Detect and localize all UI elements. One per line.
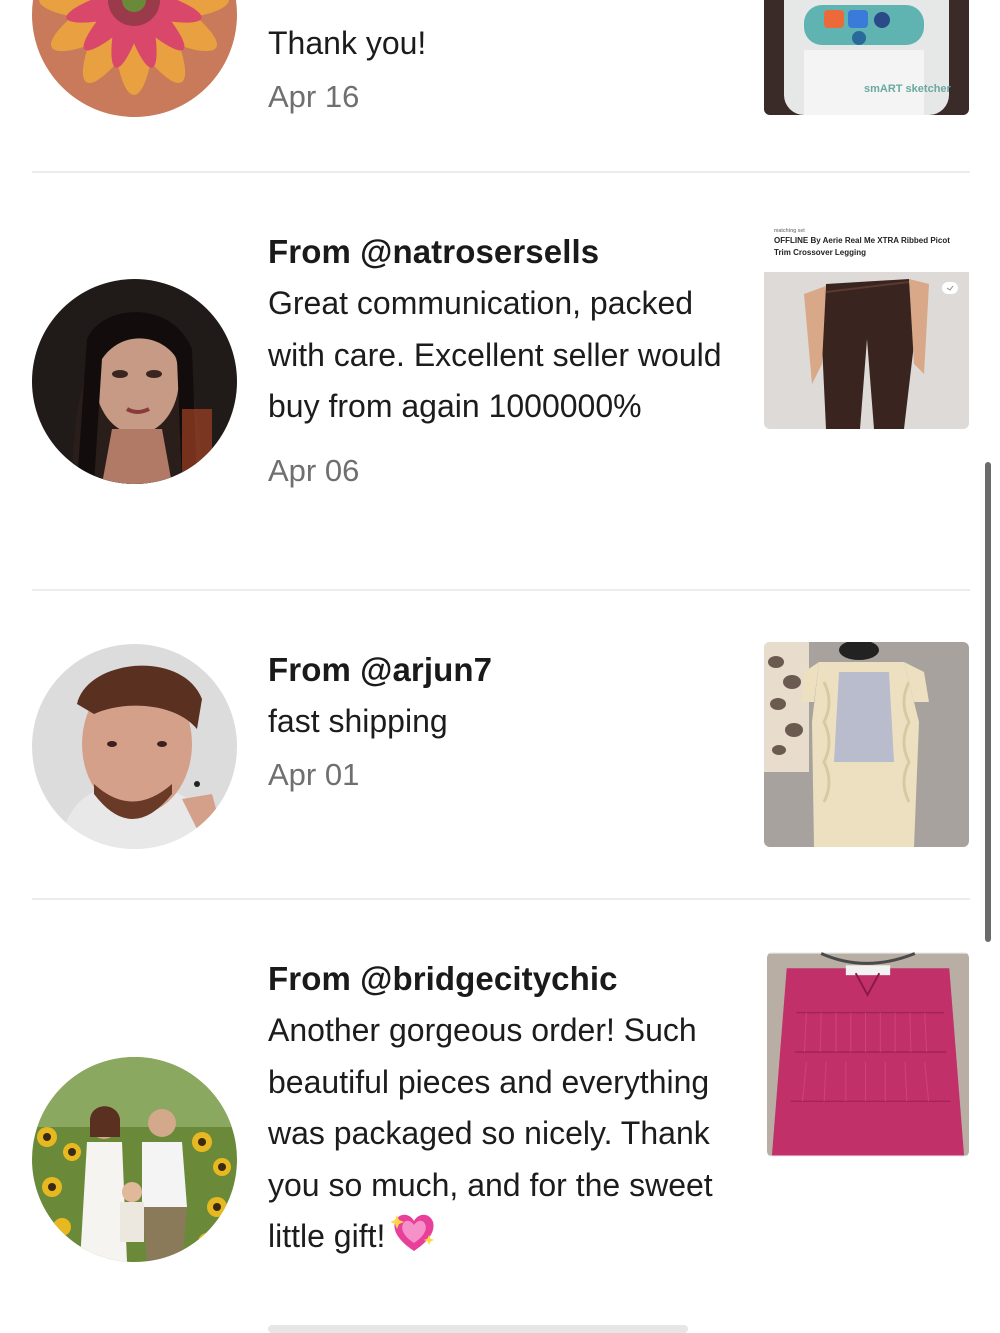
- reviewer-username[interactable]: From @arjun7: [268, 644, 738, 696]
- review-body: Great communication, packed with care. E…: [268, 285, 722, 424]
- review-body: Thank you!: [268, 25, 427, 61]
- reviewer-avatar[interactable]: [32, 644, 237, 849]
- reviewer-avatar[interactable]: [32, 1057, 237, 1262]
- reviewer-avatar[interactable]: [32, 0, 237, 117]
- reviewer-username[interactable]: From @bridgecitychic: [268, 953, 738, 1005]
- review-date: Apr 16: [268, 78, 360, 114]
- scrollbar[interactable]: [985, 462, 991, 942]
- listing-thumbnail[interactable]: [767, 952, 969, 1157]
- listing-thumbnail[interactable]: smART sketcher: [764, 0, 969, 115]
- listing-caption: matching set OFFLINE By Aerie Real Me XT…: [774, 228, 950, 257]
- reviewer-avatar[interactable]: [32, 279, 237, 484]
- divider: [32, 589, 970, 591]
- reviews-page: Thank you! Apr 16 smART sketcher From @n…: [0, 0, 1000, 1333]
- reviewer-username[interactable]: From @natrosersells: [268, 226, 738, 278]
- review-body: fast shipping: [268, 703, 448, 739]
- divider: [32, 171, 970, 173]
- listing-thumbnail[interactable]: matching set OFFLINE By Aerie Real Me XT…: [764, 224, 969, 429]
- review-date: Apr 06: [268, 452, 360, 488]
- listing-thumbnail[interactable]: [764, 642, 969, 847]
- divider: [32, 898, 970, 900]
- review-date: Apr 01: [268, 756, 360, 792]
- sparkling-heart-icon: [390, 1211, 437, 1269]
- toy-logo-text: smART sketcher: [864, 83, 952, 95]
- review-body: Another gorgeous order! Such beautiful p…: [268, 1005, 738, 1269]
- next-review-peek: [268, 1325, 688, 1333]
